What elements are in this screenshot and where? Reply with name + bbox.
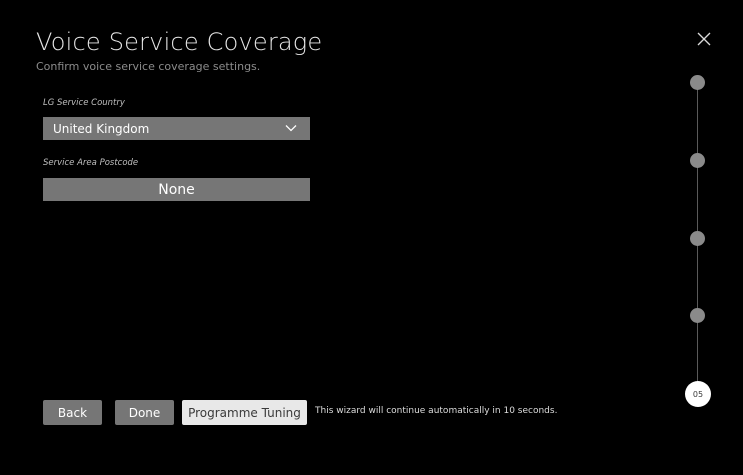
page-subtitle: Confirm voice service coverage settings.	[36, 60, 261, 73]
progress-step-1	[690, 75, 705, 90]
progress-step-3	[690, 231, 705, 246]
postcode-label: Service Area Postcode	[43, 158, 139, 168]
wizard-screen: Voice Service Coverage Confirm voice ser…	[0, 0, 743, 475]
auto-continue-message: This wizard will continue automatically …	[315, 406, 558, 416]
country-label: LG Service Country	[43, 98, 125, 108]
country-dropdown[interactable]: United Kingdom	[43, 117, 310, 140]
close-icon	[697, 32, 711, 46]
postcode-field[interactable]: None	[43, 178, 310, 201]
progress-step-current: 05	[685, 381, 711, 407]
page-title: Voice Service Coverage	[36, 28, 323, 56]
close-button[interactable]	[695, 30, 713, 48]
progress-step-4	[690, 308, 705, 323]
current-step-label: 05	[692, 389, 704, 399]
programme-tuning-button[interactable]: Programme Tuning	[182, 400, 307, 425]
country-value: United Kingdom	[53, 121, 150, 136]
done-button-label: Done	[128, 405, 161, 420]
postcode-value: None	[158, 181, 195, 198]
programme-tuning-label: Programme Tuning	[188, 405, 301, 420]
progress-step-2	[690, 153, 705, 168]
back-button-label: Back	[57, 405, 88, 420]
chevron-down-icon	[285, 125, 297, 132]
back-button[interactable]: Back	[43, 400, 102, 425]
done-button[interactable]: Done	[115, 400, 174, 425]
